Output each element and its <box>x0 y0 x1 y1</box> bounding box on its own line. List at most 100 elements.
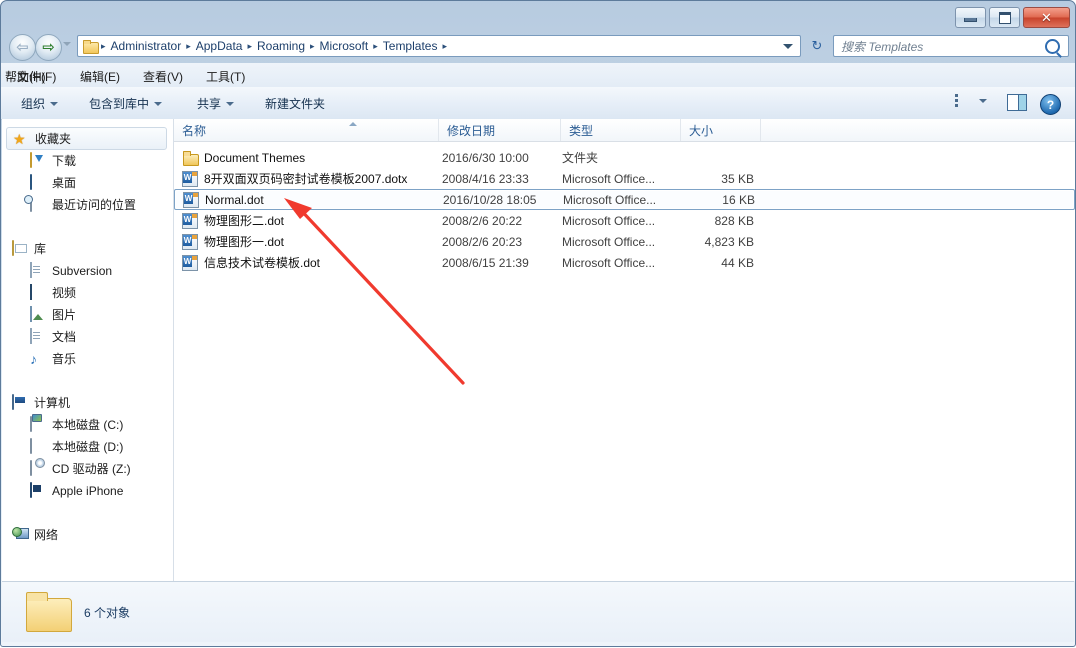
sidebar-item-label: 最近访问的位置 <box>52 198 137 212</box>
minimize-button[interactable] <box>955 7 986 28</box>
breadcrumb-item-0[interactable]: Administrator <box>107 39 186 53</box>
include-in-library-button[interactable]: 包含到库中 <box>89 95 163 112</box>
column-header-name[interactable]: 名称 <box>174 119 439 141</box>
sidebar-item-label: Subversion <box>52 264 113 278</box>
sidebar-item-label: Apple iPhone <box>52 484 124 498</box>
file-date-cell: 2008/4/16 23:33 <box>442 171 529 186</box>
desktop-icon <box>30 174 46 191</box>
sidebar-item-downloads[interactable]: 下载 <box>2 150 173 172</box>
back-button[interactable]: ⇦ <box>9 34 36 61</box>
video-icon <box>30 284 46 301</box>
view-options-button[interactable] <box>955 94 987 108</box>
table-row[interactable]: 信息技术试卷模板.dot 2008/6/15 21:39 Microsoft O… <box>174 252 1075 273</box>
sort-ascending-icon <box>349 122 357 126</box>
file-date-cell: 2008/6/15 21:39 <box>442 255 529 270</box>
title-bar: ✕ <box>1 1 1075 30</box>
download-folder-icon <box>30 152 46 169</box>
recent-places-icon <box>30 196 46 213</box>
breadcrumb-item-4[interactable]: Templates <box>379 39 442 53</box>
music-icon: ♪ <box>30 351 37 367</box>
sidebar-item-drive-z[interactable]: CD 驱动器 (Z:) <box>2 458 173 480</box>
address-row: ⇦ ⇨ ▸ Administrator ▸ AppData ▸ Roaming … <box>1 32 1075 61</box>
file-type-cell: Microsoft Office... <box>562 171 656 186</box>
organize-button[interactable]: 组织 <box>21 95 59 112</box>
folder-icon <box>182 150 199 166</box>
table-row[interactable]: 物理图形二.dot 2008/2/6 20:22 Microsoft Offic… <box>174 210 1075 231</box>
help-icon[interactable]: ? <box>1040 94 1061 115</box>
view-list-icon <box>955 94 971 108</box>
address-bar[interactable]: ▸ Administrator ▸ AppData ▸ Roaming ▸ Mi… <box>77 35 801 57</box>
document-icon <box>30 262 46 279</box>
status-item-count: 6 个对象 <box>84 606 131 620</box>
sidebar-item-desktop[interactable]: 桌面 <box>2 172 173 194</box>
sidebar-item-music[interactable]: ♪ 音乐 <box>2 348 173 370</box>
minimize-icon <box>964 18 977 22</box>
sidebar-item-apple-iphone[interactable]: Apple iPhone <box>2 480 173 502</box>
hard-drive-icon <box>30 438 46 455</box>
sidebar-item-computer[interactable]: 计算机 <box>2 392 173 414</box>
sidebar-group-libraries: 库 Subversion 视频 图片 文档 ♪ 音乐 <box>2 238 173 370</box>
maximize-button[interactable] <box>989 7 1020 28</box>
menu-item-tools[interactable]: 工具(T) <box>202 67 249 86</box>
sidebar-group-network: 网络 <box>2 524 173 546</box>
table-row-selected[interactable]: Normal.dot 2016/10/28 18:05 Microsoft Of… <box>174 189 1075 210</box>
menu-item-view[interactable]: 查看(V) <box>139 67 187 86</box>
file-name-label: Document Themes <box>204 150 306 165</box>
new-folder-button[interactable]: 新建文件夹 <box>265 95 325 112</box>
sidebar-item-label: 网络 <box>34 528 59 542</box>
table-row[interactable]: 物理图形一.dot 2008/2/6 20:23 Microsoft Offic… <box>174 231 1075 252</box>
file-size-cell: 828 KB <box>714 213 754 228</box>
refresh-button[interactable]: ↻ <box>807 36 827 56</box>
network-icon <box>12 527 28 543</box>
word-document-icon <box>182 171 198 187</box>
forward-button[interactable]: ⇨ <box>35 34 62 61</box>
breadcrumb-item-3[interactable]: Microsoft <box>316 39 373 53</box>
search-input[interactable]: 搜索 Templates <box>834 38 923 55</box>
file-name-label: 物理图形二.dot <box>204 214 285 228</box>
sidebar-item-subversion[interactable]: Subversion <box>2 260 173 282</box>
breadcrumb-item-1[interactable]: AppData <box>192 39 247 53</box>
file-name-cell: Document Themes <box>182 150 306 166</box>
library-icon <box>12 240 28 257</box>
column-header-date[interactable]: 修改日期 <box>439 119 561 141</box>
close-button[interactable]: ✕ <box>1023 7 1070 28</box>
sidebar-item-drive-d[interactable]: 本地磁盘 (D:) <box>2 436 173 458</box>
sidebar-item-favorites[interactable]: ★ 收藏夹 <box>6 127 167 150</box>
star-icon: ★ <box>13 130 26 147</box>
sidebar-item-drive-c[interactable]: 本地磁盘 (C:) <box>2 414 173 436</box>
cd-drive-icon <box>30 460 46 477</box>
breadcrumb-item-2[interactable]: Roaming <box>253 39 309 53</box>
column-header-size[interactable]: 大小 <box>681 119 761 141</box>
sidebar-item-videos[interactable]: 视频 <box>2 282 173 304</box>
sidebar-group-favorites: ★ 收藏夹 下载 桌面 最近访问的位置 <box>2 127 173 216</box>
maximize-icon <box>998 11 1011 24</box>
file-name-cell: 物理图形一.dot <box>182 233 284 250</box>
forward-arrow-icon: ⇨ <box>42 39 55 56</box>
sidebar-item-label: 收藏夹 <box>35 131 72 146</box>
preview-pane-button[interactable] <box>1007 94 1027 111</box>
sidebar-item-network[interactable]: 网络 <box>2 524 173 546</box>
word-document-icon <box>182 234 198 250</box>
search-box[interactable]: 搜索 Templates <box>833 35 1069 57</box>
chevron-down-icon <box>50 101 59 106</box>
sidebar-item-libraries[interactable]: 库 <box>2 238 173 260</box>
navigation-pane[interactable]: ★ 收藏夹 下载 桌面 最近访问的位置 库 Subversion 视频 图片 文… <box>2 119 173 581</box>
share-button[interactable]: 共享 <box>197 95 235 112</box>
file-list-pane[interactable]: 名称 修改日期 类型 大小 Document Themes 2016/6/30 … <box>174 119 1075 581</box>
sidebar-item-label: 桌面 <box>52 176 77 190</box>
file-name-cell: 信息技术试卷模板.dot <box>182 254 320 271</box>
history-dropdown-icon[interactable] <box>63 42 71 46</box>
sidebar-item-pictures[interactable]: 图片 <box>2 304 173 326</box>
menu-item-help[interactable]: 帮助(H) <box>1 67 50 86</box>
sidebar-item-documents[interactable]: 文档 <box>2 326 173 348</box>
table-row[interactable]: Document Themes 2016/6/30 10:00 文件夹 <box>174 147 1075 168</box>
folder-icon <box>26 592 74 632</box>
column-header-type[interactable]: 类型 <box>561 119 681 141</box>
table-row[interactable]: 8开双面双页码密封试卷模板2007.dotx 2008/4/16 23:33 M… <box>174 168 1075 189</box>
menu-item-edit[interactable]: 编辑(E) <box>76 67 124 86</box>
sidebar-item-recent-places[interactable]: 最近访问的位置 <box>2 194 173 216</box>
documents-icon <box>30 328 46 345</box>
file-name-label: 物理图形一.dot <box>204 235 285 249</box>
address-dropdown-icon[interactable] <box>783 43 793 49</box>
system-drive-icon <box>30 416 46 433</box>
